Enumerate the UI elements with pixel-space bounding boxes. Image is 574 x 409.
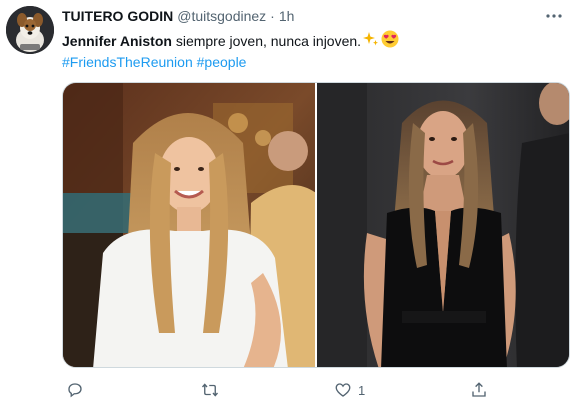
hashtag-people[interactable]: #people xyxy=(197,54,247,70)
like-button[interactable]: 1 xyxy=(334,381,365,399)
hashtag-friends-reunion[interactable]: #FriendsTheReunion xyxy=(62,54,193,70)
share-icon xyxy=(472,382,486,397)
tweet-text: Jennifer Aniston siempre joven, nunca in… xyxy=(62,30,562,54)
reply-button[interactable] xyxy=(66,381,90,399)
share-button[interactable] xyxy=(470,381,488,399)
tweet-actions: 1 xyxy=(62,378,522,402)
tweet-text-bold: Jennifer Aniston xyxy=(62,33,172,49)
avatar[interactable] xyxy=(6,6,54,54)
dog-avatar-image xyxy=(6,6,54,54)
retweet-button[interactable] xyxy=(200,381,226,399)
media-grid xyxy=(62,82,570,368)
heart-eyes-emoji xyxy=(381,30,399,54)
more-horizontal-icon xyxy=(546,14,562,18)
hashtag-line: #FriendsTheReunion #people xyxy=(62,52,246,72)
tweet-header: TUITERO GODIN @tuitsgodinez · 1h xyxy=(62,8,540,28)
photo-woman-black-dress xyxy=(317,83,569,367)
separator-dot: · xyxy=(270,8,275,24)
photo-young-woman-cafe xyxy=(63,83,315,367)
sparkles-emoji xyxy=(363,31,379,53)
author-handle[interactable]: @tuitsgodinez xyxy=(177,8,266,24)
tweet-time[interactable]: 1h xyxy=(279,8,295,24)
author-name[interactable]: TUITERO GODIN xyxy=(62,8,173,24)
photo-left[interactable] xyxy=(63,83,315,367)
retweet-icon xyxy=(201,383,219,397)
tweet-text-rest: siempre joven, nunca injoven. xyxy=(171,33,362,49)
reply-icon xyxy=(68,383,82,398)
more-options-button[interactable] xyxy=(542,6,566,26)
heart-icon xyxy=(335,383,351,397)
like-count: 1 xyxy=(358,382,366,398)
photo-right[interactable] xyxy=(317,83,569,367)
tweet-card[interactable]: TUITERO GODIN @tuitsgodinez · 1h Jennife… xyxy=(0,0,574,409)
